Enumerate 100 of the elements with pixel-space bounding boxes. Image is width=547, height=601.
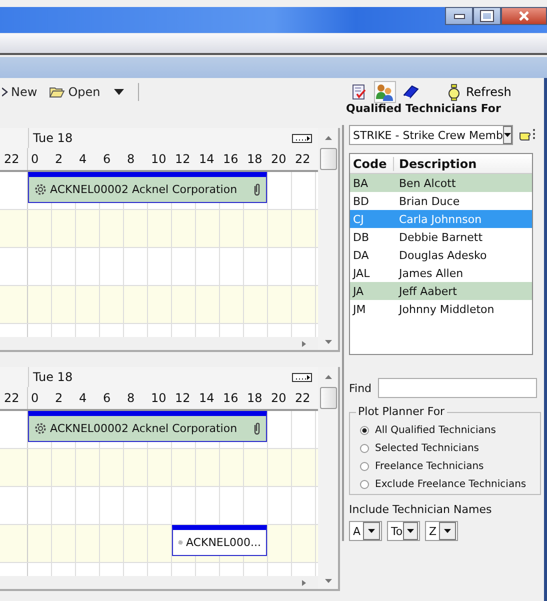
scroll-thumb[interactable] bbox=[320, 387, 336, 409]
schedule-event[interactable]: ACKNEL00002 Acknel Corporation bbox=[28, 411, 267, 442]
panel-title: Qualified Technicians For bbox=[345, 102, 502, 115]
hour-label: 2 bbox=[54, 391, 64, 405]
open-button[interactable]: Open bbox=[49, 85, 100, 99]
code-cell-text: CJ bbox=[352, 212, 365, 226]
name-cell-text: James Allen bbox=[398, 266, 464, 280]
code-cell-text: JAL bbox=[352, 266, 371, 280]
technician-row[interactable]: JAL James Allen bbox=[350, 264, 532, 282]
code-cell-text: JA bbox=[352, 284, 365, 298]
hour-label: 18 bbox=[246, 391, 264, 405]
up-arrow-icon bbox=[324, 375, 332, 379]
radio-option[interactable]: Selected Technicians bbox=[360, 443, 540, 454]
code-cell-text: DB bbox=[352, 230, 370, 244]
hour-label: 2 bbox=[54, 152, 64, 166]
radio-option[interactable]: All Qualified Technicians bbox=[360, 425, 540, 436]
maximize-button[interactable] bbox=[473, 7, 501, 25]
group-title: Plot Planner For bbox=[356, 405, 447, 418]
close-icon bbox=[518, 11, 530, 21]
minimize-button[interactable] bbox=[445, 7, 473, 25]
hour-label: 10 bbox=[150, 152, 168, 166]
hour-label: 16 bbox=[222, 152, 240, 166]
hour-label: 22 bbox=[294, 391, 312, 405]
technician-row[interactable]: DB Debbie Barnett bbox=[350, 228, 532, 246]
paperclip-icon bbox=[253, 422, 261, 435]
caret-icon bbox=[504, 133, 512, 137]
hour-label: 22 bbox=[0, 387, 28, 409]
people-button[interactable] bbox=[374, 81, 396, 103]
code-cell-text: JM bbox=[352, 302, 367, 316]
radio-button[interactable] bbox=[360, 426, 369, 435]
caret-icon bbox=[368, 529, 375, 533]
folder-icon bbox=[49, 86, 66, 98]
people-icon bbox=[375, 83, 395, 101]
book-icon bbox=[402, 84, 420, 100]
up-arrow-icon bbox=[324, 136, 332, 140]
name-cell-text: Brian Duce bbox=[398, 194, 460, 208]
hour-label: 10 bbox=[150, 391, 168, 405]
hour-label: 20 bbox=[270, 152, 288, 166]
column-header[interactable]: Description bbox=[394, 156, 477, 170]
hour-label: 8 bbox=[126, 152, 136, 166]
hour-label: 14 bbox=[198, 391, 216, 405]
hour-label: 12 bbox=[174, 152, 192, 166]
refresh-button[interactable]: Refresh bbox=[448, 84, 512, 100]
hour-label: 0 bbox=[30, 152, 40, 166]
hour-label: 4 bbox=[78, 152, 88, 166]
find-label: Find bbox=[349, 382, 372, 394]
code-cell-text: BA bbox=[352, 176, 370, 190]
day-label: Tue 18 bbox=[32, 370, 74, 384]
technician-row[interactable]: JM Johnny Middleton bbox=[350, 300, 532, 318]
radio-option[interactable]: Exclude Freelance Technicians bbox=[360, 479, 540, 490]
technician-row[interactable]: BA Ben Alcott bbox=[350, 174, 532, 192]
event-label: ACKNEL000... bbox=[186, 536, 261, 549]
hour-label: 22 bbox=[0, 148, 28, 170]
names-label: Include Technician Names bbox=[349, 503, 493, 516]
name-cell-text: Ben Alcott bbox=[398, 176, 456, 190]
technician-row[interactable]: JA Jeff Aabert bbox=[350, 282, 532, 300]
radio-option[interactable]: Freelance Technicians bbox=[360, 461, 540, 472]
crew-dropdown[interactable]: STRIKE - Strike Crew Memb bbox=[349, 125, 513, 145]
pointing-hand-icon[interactable] bbox=[519, 128, 537, 142]
scroll-thumb[interactable] bbox=[320, 148, 336, 170]
letter-dropdown[interactable]: To bbox=[387, 521, 420, 541]
name-cell-text: Jeff Aabert bbox=[398, 284, 457, 298]
hour-label: 20 bbox=[270, 391, 288, 405]
code-cell-text: DA bbox=[352, 248, 370, 262]
new-button[interactable]: New bbox=[2, 85, 38, 99]
dropdown-button[interactable] bbox=[112, 89, 126, 95]
right-arrow-icon bbox=[302, 580, 306, 586]
radio-button[interactable] bbox=[360, 462, 369, 471]
hour-label: 6 bbox=[102, 152, 112, 166]
radio-button[interactable] bbox=[360, 444, 369, 453]
column-header[interactable]: Code bbox=[350, 156, 394, 170]
more-icon bbox=[292, 134, 312, 142]
down-arrow-icon bbox=[324, 579, 332, 583]
down-arrow-icon bbox=[324, 340, 332, 344]
caret-icon bbox=[114, 89, 124, 95]
name-cell-text: Johnny Middleton bbox=[398, 302, 494, 316]
gear-icon bbox=[34, 183, 47, 196]
paperclip-icon bbox=[253, 183, 261, 196]
name-cell-text: Debbie Barnett bbox=[398, 230, 483, 244]
technician-row[interactable]: DA Douglas Adesko bbox=[350, 246, 532, 264]
caret-icon bbox=[444, 529, 451, 533]
name-cell-text: Carla Johnnson bbox=[398, 212, 482, 226]
technician-row[interactable]: BD Brian Duce bbox=[350, 192, 532, 210]
letter-dropdown[interactable]: A bbox=[349, 521, 382, 541]
right-arrow-icon bbox=[302, 340, 306, 346]
day-label: Tue 18 bbox=[32, 131, 74, 145]
more-icon bbox=[292, 372, 312, 382]
hour-label: 0 bbox=[30, 391, 40, 405]
event-label: ACKNEL00002 Acknel Corporation bbox=[50, 422, 238, 435]
schedule-event[interactable]: ACKNEL00002 Acknel Corporation bbox=[28, 172, 267, 203]
hour-label: 14 bbox=[198, 152, 216, 166]
name-cell-text: Douglas Adesko bbox=[398, 248, 487, 262]
radio-button[interactable] bbox=[360, 480, 369, 489]
hour-label: 16 bbox=[222, 391, 240, 405]
caret-icon bbox=[406, 529, 414, 533]
hour-label: 4 bbox=[78, 391, 88, 405]
letter-dropdown[interactable]: Z bbox=[425, 521, 458, 541]
close-button[interactable] bbox=[501, 7, 547, 25]
schedule-event[interactable]: ACKNEL000... bbox=[172, 525, 267, 556]
find-field[interactable] bbox=[378, 378, 537, 398]
